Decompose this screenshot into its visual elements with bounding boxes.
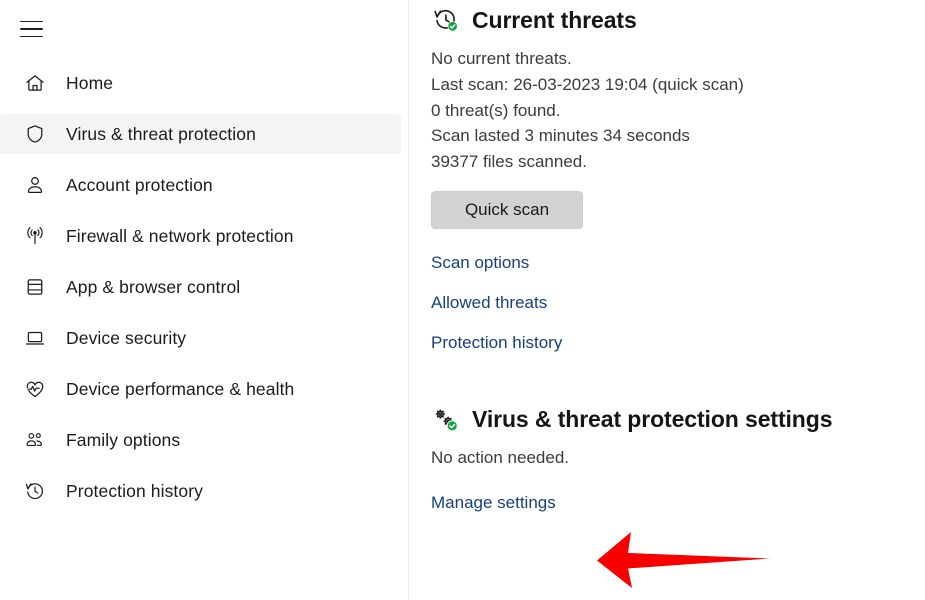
sidebar-item-account-protection[interactable]: Account protection bbox=[0, 165, 401, 205]
sidebar-item-app-browser-control[interactable]: App & browser control bbox=[0, 267, 401, 307]
gears-check-icon bbox=[431, 405, 461, 435]
sidebar-item-label: Home bbox=[66, 72, 114, 93]
sidebar-item-device-security[interactable]: Device security bbox=[0, 318, 401, 358]
sidebar-item-home[interactable]: Home bbox=[0, 63, 401, 103]
sidebar-item-label: App & browser control bbox=[66, 276, 241, 297]
sidebar-item-label: Family options bbox=[66, 429, 181, 450]
main-content: Current threats No current threats. Last… bbox=[409, 0, 925, 600]
protection-history-link[interactable]: Protection history bbox=[431, 333, 562, 353]
protection-settings-status: No action needed. bbox=[431, 447, 569, 467]
threats-found-line: 0 threat(s) found. bbox=[431, 100, 561, 120]
protection-settings-title: Virus & threat protection settings bbox=[472, 406, 833, 433]
current-threats-header: Current threats bbox=[409, 5, 925, 35]
people-icon bbox=[22, 427, 48, 453]
page-title: Current threats bbox=[472, 6, 637, 33]
hamburger-line bbox=[20, 35, 43, 38]
sidebar-item-label: Firewall & network protection bbox=[66, 225, 294, 246]
sidebar-item-family-options[interactable]: Family options bbox=[0, 420, 401, 460]
threat-status-line: No current threats. bbox=[431, 49, 572, 68]
sidebar-item-label: Virus & threat protection bbox=[66, 123, 256, 144]
sidebar-item-virus-threat-protection[interactable]: Virus & threat protection bbox=[0, 114, 401, 154]
allowed-threats-link[interactable]: Allowed threats bbox=[431, 293, 547, 313]
clock-history-icon bbox=[22, 478, 48, 504]
hamburger-line bbox=[20, 20, 43, 23]
sidebar-item-label: Account protection bbox=[66, 174, 213, 195]
shield-icon bbox=[22, 121, 48, 147]
sidebar-item-firewall-network-protection[interactable]: Firewall & network protection bbox=[0, 216, 401, 256]
scan-duration-line: Scan lasted 3 minutes 34 seconds bbox=[431, 126, 690, 146]
files-scanned-line: 39377 files scanned. bbox=[431, 152, 587, 172]
sidebar-item-protection-history[interactable]: Protection history bbox=[0, 471, 401, 511]
hamburger-line bbox=[20, 28, 43, 30]
broadcast-icon bbox=[22, 223, 48, 249]
sidebar: Home Virus & threat protection Account p… bbox=[0, 0, 409, 600]
window-icon bbox=[22, 274, 48, 300]
person-icon bbox=[22, 172, 48, 198]
laptop-icon bbox=[22, 325, 48, 351]
scan-options-link[interactable]: Scan options bbox=[431, 253, 529, 273]
sidebar-nav-list: Home Virus & threat protection Account p… bbox=[0, 63, 409, 522]
sidebar-item-label: Protection history bbox=[66, 480, 203, 501]
sidebar-item-label: Device security bbox=[66, 327, 187, 348]
sidebar-item-label: Device performance & health bbox=[66, 378, 295, 399]
home-icon bbox=[22, 70, 48, 96]
sidebar-item-device-performance-health[interactable]: Device performance & health bbox=[0, 369, 401, 409]
heart-pulse-icon bbox=[22, 376, 48, 402]
clock-history-check-icon bbox=[431, 5, 461, 35]
windows-security-window: Home Virus & threat protection Account p… bbox=[0, 0, 925, 600]
protection-settings-header: Virus & threat protection settings bbox=[409, 405, 925, 435]
quick-scan-button[interactable]: Quick scan bbox=[431, 190, 583, 229]
last-scan-line: Last scan: 26-03-2023 19:04 (quick scan) bbox=[431, 74, 744, 94]
hamburger-menu-icon[interactable] bbox=[20, 17, 44, 41]
manage-settings-link[interactable]: Manage settings bbox=[431, 493, 556, 513]
